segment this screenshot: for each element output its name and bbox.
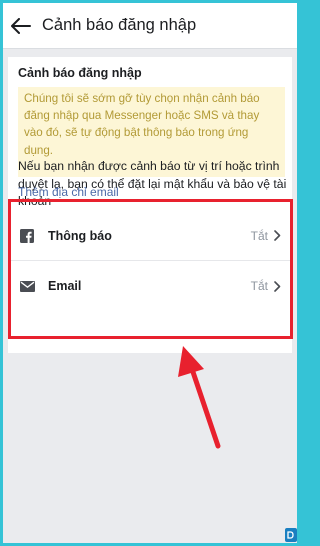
notice-line: Chúng tôi sẽ sớm gỡ tùy chọn nhận cảnh b… bbox=[24, 92, 260, 105]
arrow-left-icon bbox=[11, 17, 31, 34]
notice-line: dụng. bbox=[24, 143, 54, 157]
add-email-link[interactable]: Thêm địa chỉ email bbox=[18, 185, 119, 199]
app-bar: Cảnh báo đăng nhập bbox=[3, 3, 297, 49]
section-title: Cảnh báo đăng nhập bbox=[18, 66, 142, 80]
back-button[interactable] bbox=[6, 3, 36, 49]
notice-line: vào đó, sẽ tự động bật thông báo trong ứ… bbox=[24, 126, 249, 140]
highlight-box bbox=[8, 199, 293, 339]
watermark-logo bbox=[285, 528, 297, 542]
page-title: Cảnh báo đăng nhập bbox=[42, 16, 197, 34]
notice-line: đăng nhập qua Messenger hoặc SMS và thay bbox=[24, 109, 260, 123]
description-line: Nếu bạn nhận được cảnh báo từ vị trí hoặ… bbox=[18, 159, 280, 173]
